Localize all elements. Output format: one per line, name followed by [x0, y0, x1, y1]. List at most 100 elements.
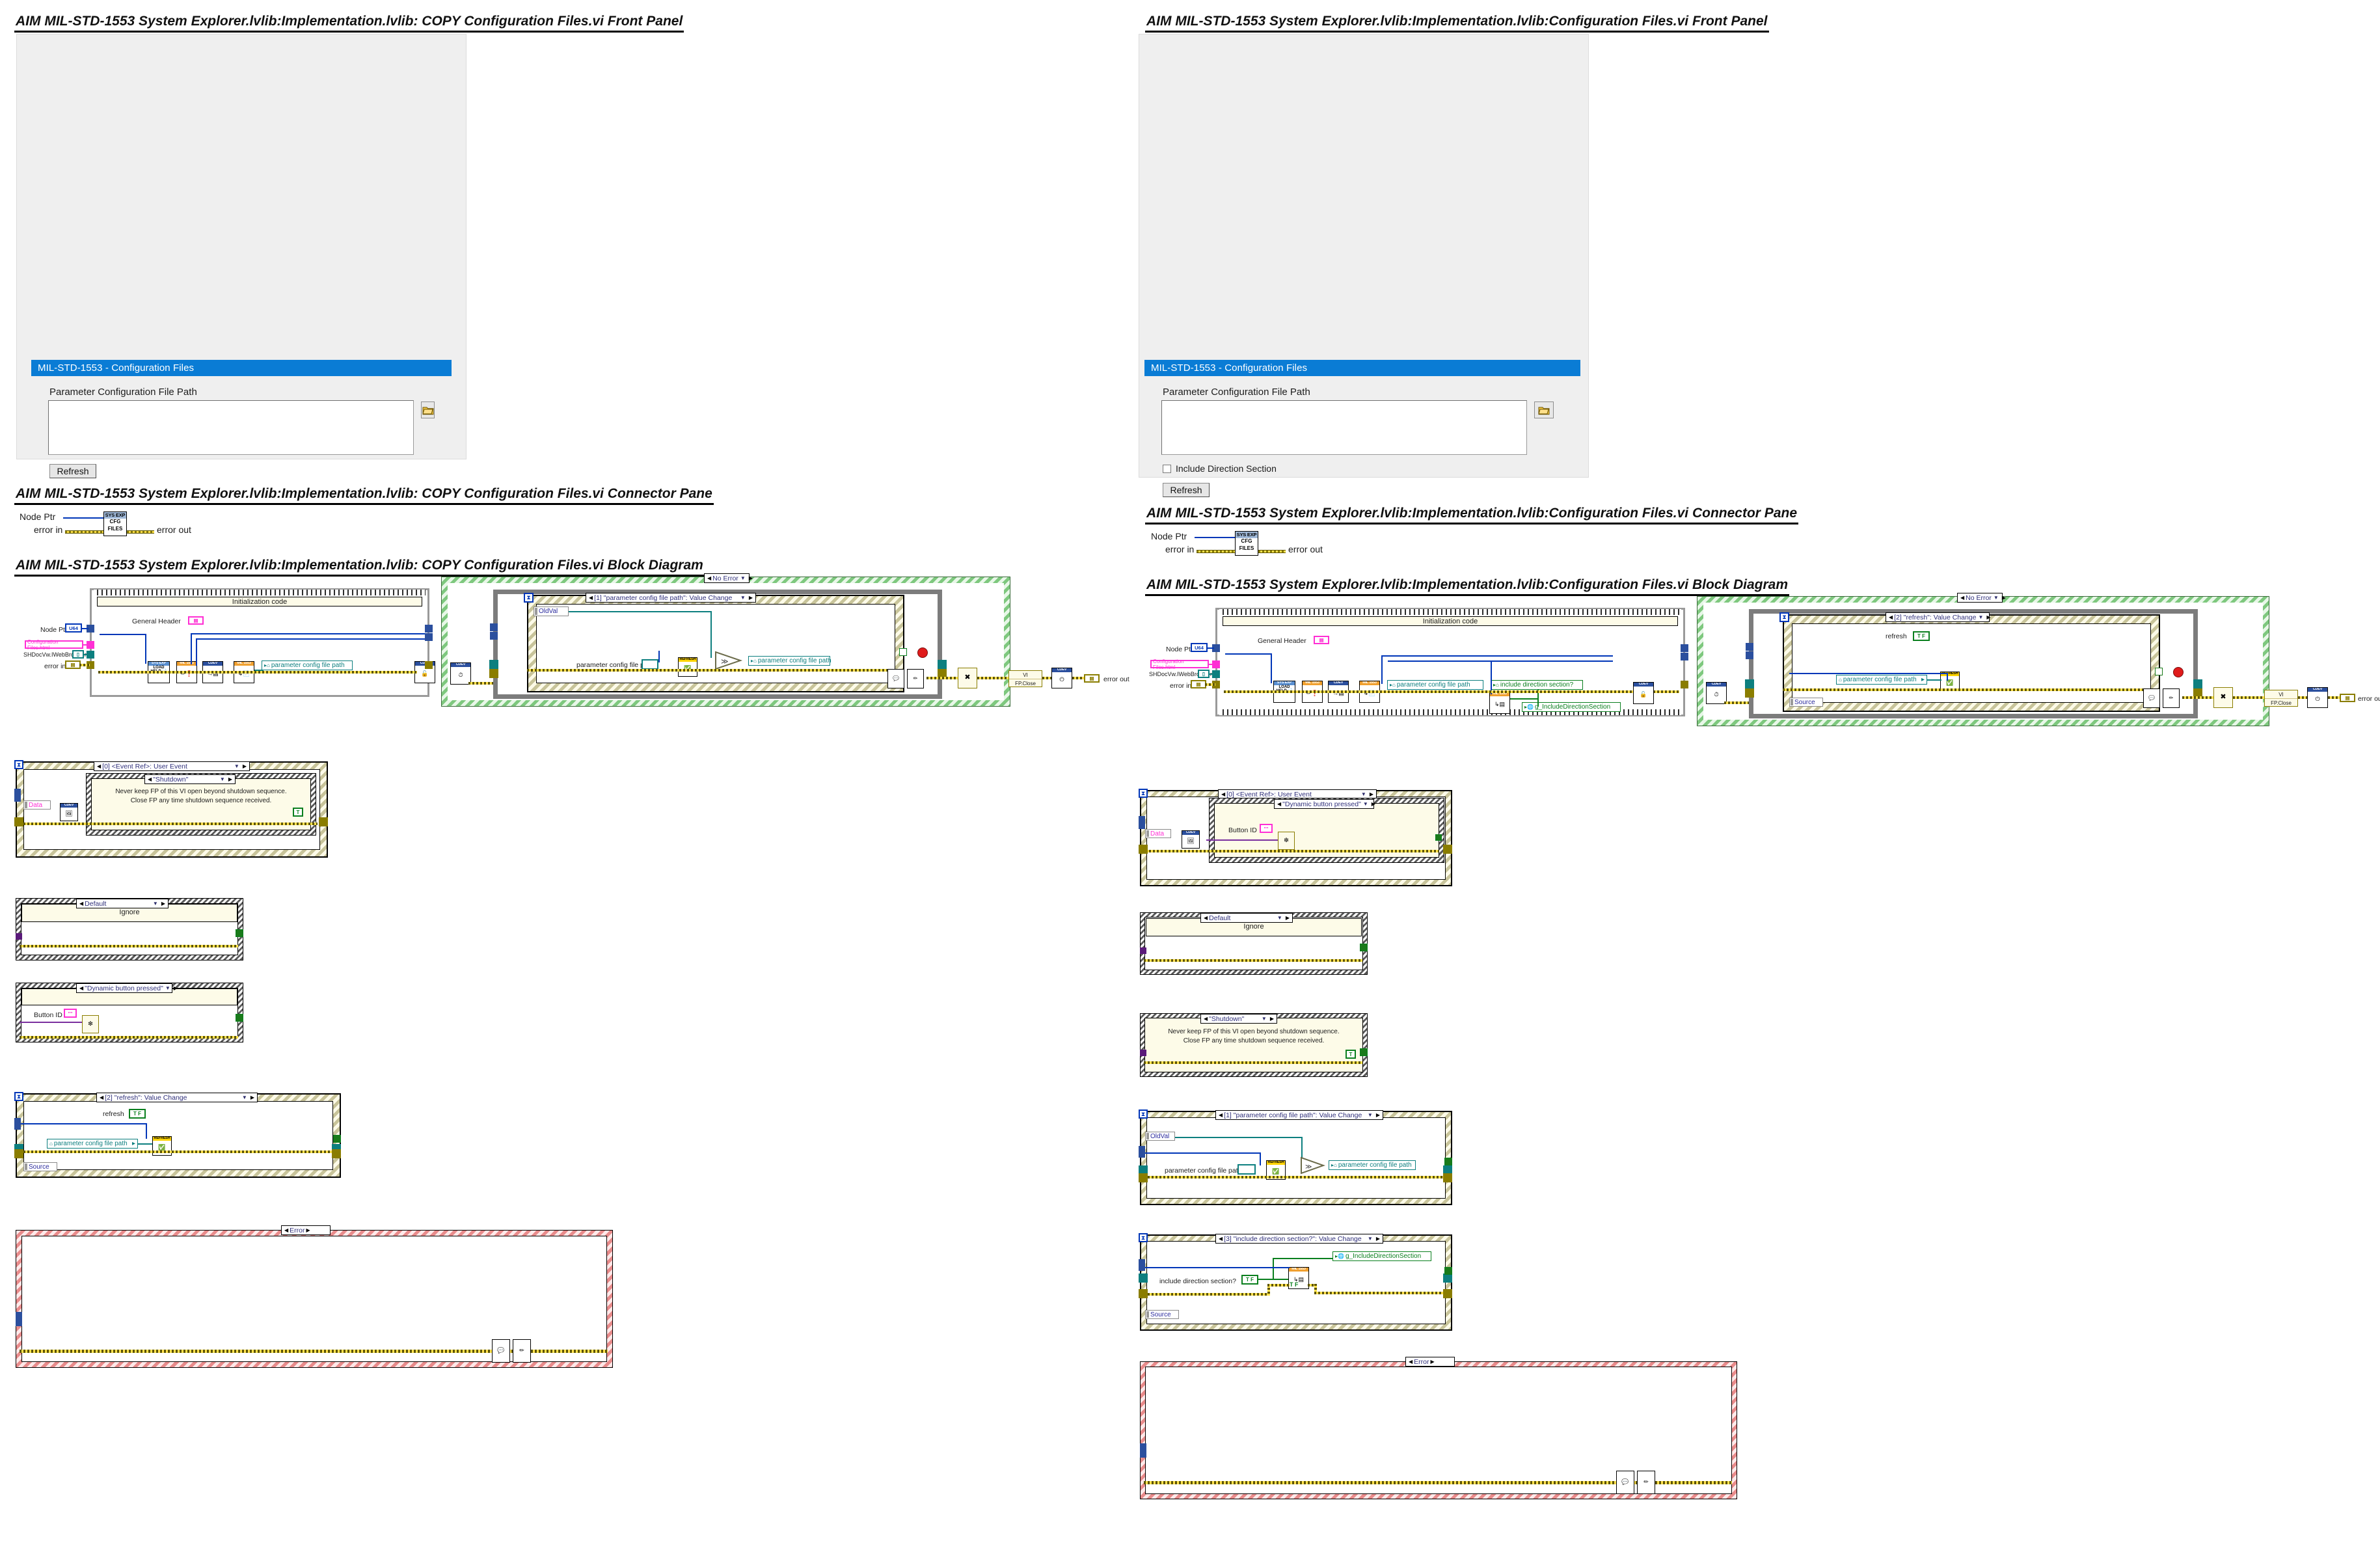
left-case0-inner-selector[interactable]: ◀ "Shutdown" ▼ ▶ [144, 774, 236, 784]
right-refresh-bool-terminal[interactable]: T F [1913, 631, 1930, 641]
right-case-error-selector[interactable]: ◀ Error ▶ [1405, 1357, 1455, 1367]
right-case-param-control-terminal[interactable] [1237, 1164, 1256, 1175]
case-prev-icon[interactable]: ◀ [1202, 915, 1209, 921]
right-cdev-close-subvi[interactable]: CDEV ⏻ [2307, 687, 2328, 708]
chevron-down-icon[interactable]: ▼ [1992, 595, 2001, 601]
left-refresh-subvi[interactable]: REFRESH ✅ [678, 657, 697, 677]
chevron-down-icon[interactable]: ▼ [151, 901, 160, 906]
left-no-error-case-selector[interactable]: ◀ No Error ▼ ▶ [704, 573, 753, 583]
right-stop-boolean-constant[interactable] [2173, 667, 2184, 677]
case-prev-icon[interactable]: ◀ [1887, 614, 1894, 620]
case-next-icon[interactable]: ▶ [1284, 915, 1291, 921]
chevron-down-icon[interactable]: ▼ [163, 985, 172, 991]
left-param-path-control-terminal[interactable] [642, 659, 658, 670]
right-case-shutdown-selector[interactable]: ◀ "Shutdown" ▼ ▶ [1200, 1014, 1277, 1024]
right-case-param-property-out[interactable]: ▸⌂ parameter config file path [1329, 1160, 1416, 1170]
left-dynbtn-node[interactable]: ❇ [82, 1015, 99, 1033]
case-prev-icon[interactable]: ◀ [1220, 791, 1226, 797]
case-next-icon[interactable]: ▶ [305, 1227, 312, 1233]
right-parameter-config-path-input[interactable] [1161, 400, 1527, 455]
right-case-incdir-bool-terminal[interactable]: T F [1241, 1275, 1258, 1285]
case-next-icon[interactable]: ▶ [1985, 614, 1992, 620]
case-prev-icon[interactable]: ◀ [1276, 801, 1282, 807]
left-param-path-property-out[interactable]: ▸⌂ parameter config file path [748, 656, 832, 666]
case-next-icon[interactable]: ▶ [241, 763, 248, 769]
chevron-down-icon[interactable]: ▼ [240, 1095, 249, 1100]
right-error-out-terminal[interactable]: ▤ [2340, 694, 2355, 702]
right-cdev-unlock-subvi[interactable]: CDEV 🔓 [1633, 682, 1654, 704]
left-refresh-param-path-property[interactable]: ⌂ parameter config file path ▸ [47, 1139, 138, 1149]
left-cdev-regref-subvi[interactable]: CDEV ⏱ [450, 662, 471, 685]
right-init-param-path-property[interactable]: ▸⌂ parameter config file path [1387, 680, 1483, 690]
chevron-down-icon[interactable]: ▼ [1361, 801, 1370, 807]
right-no-error-case-selector[interactable]: ◀ No Error ▼ ▶ [1957, 593, 2006, 603]
left-bd-error-in-terminal[interactable]: ▤ [65, 660, 81, 669]
right-case-param-greater-than-function[interactable]: ≫ [1300, 1156, 1326, 1175]
case-prev-icon[interactable]: ◀ [146, 776, 153, 782]
left-case-error-selector[interactable]: ◀ Error ▶ [281, 1225, 331, 1235]
right-general-header-terminal[interactable]: ▤ [1314, 636, 1329, 644]
right-case-param-timeout[interactable]: ⧗ [1139, 1110, 1148, 1119]
case-prev-icon[interactable]: ◀ [588, 595, 594, 601]
right-case-error-number-icon[interactable]: ✏ [1637, 1471, 1655, 1494]
case-prev-icon[interactable]: ◀ [78, 901, 85, 906]
case-prev-icon[interactable]: ◀ [78, 985, 85, 991]
right-case-incdir-global[interactable]: ▸🌐 g_IncludeDirectionSection [1332, 1251, 1431, 1261]
case-next-icon[interactable]: ▶ [1368, 791, 1375, 797]
left-error-query-icon[interactable]: 💬 [887, 669, 904, 688]
left-bd-html-constant[interactable]: Configuration Files.html [25, 639, 83, 651]
left-stop-boolean-constant[interactable] [917, 647, 928, 658]
case-next-icon[interactable]: ▶ [1370, 801, 1377, 807]
right-unbundle-icon[interactable]: ✖ [2213, 687, 2233, 708]
right-case-incdir-selector[interactable]: ◀ [3] "include direction section?": Valu… [1215, 1234, 1383, 1244]
right-include-direction-checkbox-row[interactable]: Include Direction Section [1163, 463, 1563, 474]
chevron-down-icon[interactable]: ▼ [1977, 614, 1986, 620]
left-refresh-timeout[interactable]: ⧗ [14, 1092, 23, 1101]
right-case-default-selector[interactable]: ◀ Default ▼ ▶ [1200, 913, 1293, 923]
left-event-timeout-terminal[interactable]: ⧗ [524, 593, 534, 603]
right-bd-webbrowser-terminal[interactable]: ▯ [1198, 670, 1210, 678]
left-button-id-constant[interactable]: "" [64, 1009, 77, 1018]
left-case-default-selector[interactable]: ◀ Default ▼ ▶ [76, 899, 169, 908]
left-error-number-icon[interactable]: ✏ [907, 669, 924, 688]
left-event-case-selector[interactable]: ◀ [1] "parameter config file path": Valu… [586, 593, 756, 603]
chevron-down-icon[interactable]: ▼ [1366, 1236, 1375, 1242]
case-next-icon[interactable]: ▶ [1429, 1359, 1436, 1365]
left-case-error-query-icon[interactable]: 💬 [492, 1339, 510, 1363]
chevron-down-icon[interactable]: ▼ [218, 776, 227, 782]
case-prev-icon[interactable]: ◀ [1959, 595, 1966, 601]
right-case0-button-id-constant[interactable]: "" [1260, 824, 1273, 833]
case-prev-icon[interactable]: ◀ [1217, 1236, 1224, 1242]
left-browse-button[interactable] [421, 402, 435, 418]
left-case0-timeout[interactable]: ⧗ [14, 760, 23, 769]
left-refresh-bool-terminal[interactable]: T F [129, 1109, 146, 1119]
chevron-down-icon[interactable]: ▼ [1275, 915, 1284, 921]
chevron-down-icon[interactable]: ▼ [738, 575, 748, 581]
left-case-refresh-selector[interactable]: ◀ [2] "refresh": Value Change ▼ ▶ [96, 1093, 258, 1102]
right-fp-close-node[interactable]: VI FP.Close [2264, 690, 2298, 707]
left-bd-node-ptr-terminal[interactable]: U64 [65, 623, 82, 633]
case-next-icon[interactable]: ▶ [172, 985, 179, 991]
right-event-case-selector[interactable]: ◀ [2] "refresh": Value Change ▼ ▶ [1886, 612, 1992, 622]
right-mil1553-include-subvi[interactable]: MIL 1553 ↳▤ [1489, 692, 1510, 714]
right-cdev-regref-subvi[interactable]: CDEV ⏱ [1706, 682, 1727, 704]
right-include-direction-checkbox[interactable] [1163, 464, 1171, 473]
case-next-icon[interactable]: ▶ [1269, 1016, 1275, 1022]
right-case-shutdown-true-constant[interactable]: T [1346, 1050, 1356, 1059]
left-general-header-terminal[interactable]: ▤ [188, 616, 204, 625]
case-prev-icon[interactable]: ◀ [96, 763, 102, 769]
right-event-timeout-terminal[interactable]: ⧗ [1779, 612, 1789, 622]
left-case0-true-constant[interactable]: T [293, 808, 303, 817]
chevron-down-icon[interactable]: ▼ [1366, 1112, 1375, 1118]
right-param-path-property-inner[interactable]: ⌂ parameter config file path ▸ [1836, 675, 1927, 685]
right-refresh-button[interactable]: Refresh [1163, 483, 1210, 497]
chevron-down-icon[interactable]: ▼ [738, 595, 748, 601]
right-error-query-icon[interactable]: 💬 [2143, 688, 2160, 708]
case-next-icon[interactable]: ▶ [227, 776, 234, 782]
case-prev-icon[interactable]: ◀ [98, 1095, 105, 1100]
right-case-param-selector[interactable]: ◀ [1] "parameter config file path": Valu… [1215, 1110, 1383, 1120]
left-fp-close-node[interactable]: VI FP.Close [1008, 670, 1042, 687]
left-case-dynbtn-selector[interactable]: ◀ "Dynamic button pressed" ▼ ▶ [76, 983, 178, 993]
left-init-param-path-property[interactable]: ▸⌂ parameter config file path [262, 660, 353, 670]
left-cdev-close-subvi[interactable]: CDEV ⏻ [1051, 668, 1072, 688]
